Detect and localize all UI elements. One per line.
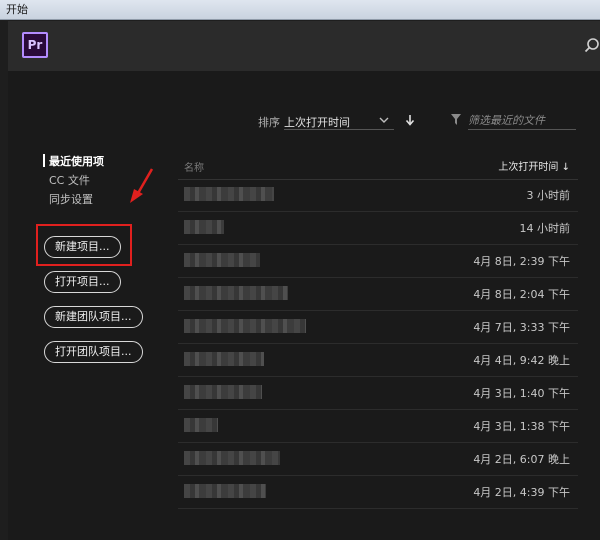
window-title: 开始: [6, 3, 28, 16]
start-panel: 排序 上次打开时间 最近使用项 CC 文件 同步设置 新建项目... 打开项目.…: [8, 71, 600, 540]
nav-item-sync-settings[interactable]: 同步设置: [49, 191, 93, 207]
sort-desc-icon: ↓: [561, 162, 570, 173]
table-row[interactable]: 4月 7日, 3:33 下午: [178, 311, 578, 344]
table-row[interactable]: 4月 3日, 1:40 下午: [178, 377, 578, 410]
row-date: 4月 3日, 1:40 下午: [473, 387, 570, 400]
table-header: 名称 上次打开时间 ↓: [178, 151, 578, 180]
active-nav-marker: [43, 154, 45, 167]
blurred-file-name: [184, 187, 274, 201]
row-date: 4月 2日, 4:39 下午: [473, 486, 570, 499]
chevron-down-icon[interactable]: [378, 114, 390, 126]
row-date: 4月 8日, 2:39 下午: [473, 255, 570, 268]
blurred-file-name: [184, 418, 218, 432]
premiere-logo: Pr: [22, 32, 48, 58]
filter-input[interactable]: [468, 111, 576, 130]
annotation-arrow-icon: [130, 168, 154, 203]
table-row[interactable]: 4月 4日, 9:42 晚上: [178, 344, 578, 377]
table-row[interactable]: 4月 2日, 4:39 下午: [178, 476, 578, 509]
table-row[interactable]: 4月 2日, 6:07 晚上: [178, 443, 578, 476]
blurred-file-name: [184, 319, 306, 333]
window-titlebar: 开始: [0, 0, 600, 20]
row-date: 4月 3日, 1:38 下午: [473, 420, 570, 433]
table-row[interactable]: 4月 8日, 2:04 下午: [178, 278, 578, 311]
blurred-file-name: [184, 385, 262, 399]
table-row[interactable]: 4月 3日, 1:38 下午: [178, 410, 578, 443]
search-icon[interactable]: [584, 37, 600, 53]
nav-item-cc-files[interactable]: CC 文件: [49, 172, 90, 188]
blurred-file-name: [184, 220, 224, 234]
nav-item-recent[interactable]: 最近使用项: [49, 153, 104, 169]
column-header-last-opened[interactable]: 上次打开时间 ↓: [498, 158, 570, 173]
annotation-highlight-box: [36, 224, 132, 266]
filter-icon: [451, 114, 461, 125]
row-date: 4月 7日, 3:33 下午: [473, 321, 570, 334]
app-header: Pr: [8, 21, 600, 71]
row-date: 4月 8日, 2:04 下午: [473, 288, 570, 301]
filter-field: [450, 111, 576, 133]
new-team-project-button[interactable]: 新建团队项目...: [44, 306, 143, 328]
table-row[interactable]: 14 小时前: [178, 212, 578, 245]
open-team-project-button[interactable]: 打开团队项目...: [44, 341, 143, 363]
blurred-file-name: [184, 352, 264, 366]
blurred-file-name: [184, 286, 288, 300]
sort-dropdown-underline: [284, 129, 394, 130]
sort-direction-icon[interactable]: [404, 113, 416, 127]
row-date: 4月 4日, 9:42 晚上: [473, 354, 570, 367]
blurred-file-name: [184, 451, 280, 465]
row-date: 14 小时前: [519, 222, 571, 235]
column-header-name[interactable]: 名称: [184, 159, 204, 174]
table-row[interactable]: 3 小时前: [178, 179, 578, 212]
table-row[interactable]: 4月 8日, 2:39 下午: [178, 245, 578, 278]
row-date: 3 小时前: [526, 189, 571, 202]
row-date: 4月 2日, 6:07 晚上: [473, 453, 570, 466]
sort-dropdown[interactable]: 上次打开时间: [284, 114, 384, 130]
column-header-last-opened-label: 上次打开时间: [498, 162, 559, 173]
blurred-file-name: [184, 253, 260, 267]
open-project-button[interactable]: 打开项目...: [44, 271, 121, 293]
blurred-file-name: [184, 484, 266, 498]
